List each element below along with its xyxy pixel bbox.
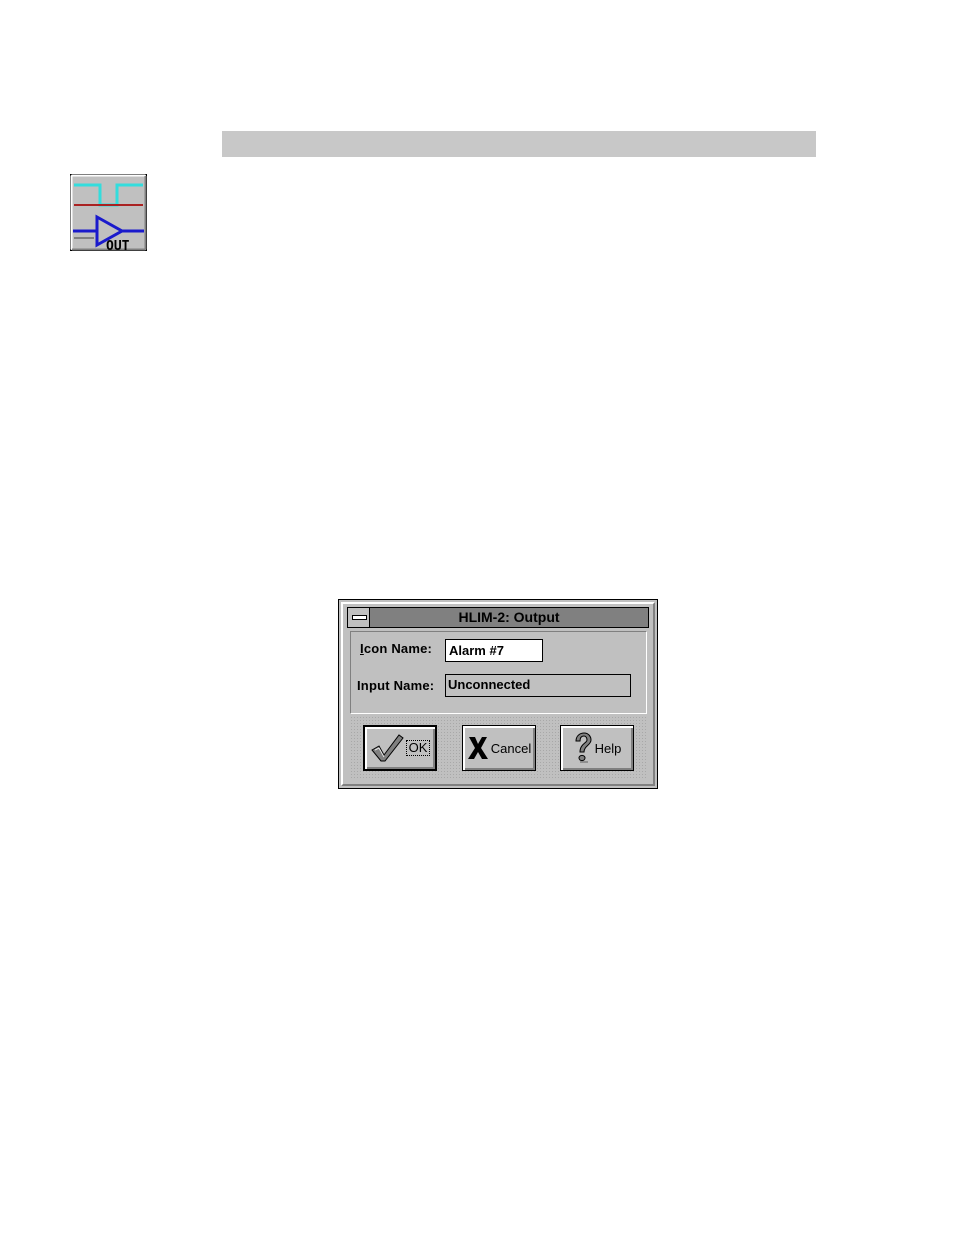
cancel-button[interactable]: Cancel — [462, 725, 536, 771]
icon-name-label-text: con Name: — [363, 641, 433, 656]
cancel-button-label: Cancel — [490, 740, 532, 756]
output-dialog: HLIM-2: Output Icon Name: Input Name: Un… — [338, 599, 658, 789]
checkmark-icon — [370, 734, 404, 762]
icon-name-input[interactable] — [445, 639, 543, 662]
ok-button[interactable]: OK — [363, 725, 437, 771]
header-bar — [222, 131, 816, 157]
cross-icon — [467, 737, 488, 759]
fields-panel: Icon Name: Input Name: Unconnected — [350, 631, 647, 714]
title-bar[interactable]: HLIM-2: Output — [347, 607, 649, 628]
icon-name-label: Icon Name: — [360, 641, 432, 656]
help-button-label: Help — [594, 740, 622, 756]
system-menu-button[interactable] — [348, 608, 370, 627]
button-area: OK Cancel Help — [350, 716, 647, 780]
input-name-label: Input Name: — [357, 678, 435, 693]
dialog-frame: HLIM-2: Output Icon Name: Input Name: Un… — [341, 602, 655, 786]
block-icon-label: OUT — [106, 239, 130, 251]
question-mark-icon — [575, 732, 592, 763]
input-name-field: Unconnected — [445, 674, 631, 697]
ok-button-label: OK — [405, 740, 431, 756]
system-menu-icon — [352, 615, 367, 620]
hlim-output-block-icon: OUT — [70, 174, 147, 251]
help-button[interactable]: Help — [560, 725, 634, 771]
dialog-title: HLIM-2: Output — [458, 609, 560, 625]
